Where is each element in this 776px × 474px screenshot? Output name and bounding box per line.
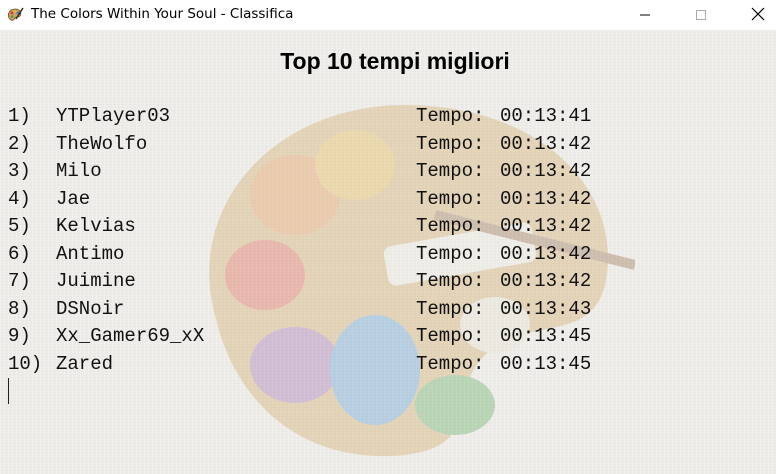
player-name: Milo [56, 160, 102, 182]
page-title: Top 10 tempi migliori [280, 48, 510, 74]
list-item: 6) Antimo Tempo: 00:13:42 [8, 243, 708, 271]
player-name: Zared [56, 352, 114, 375]
maximize-icon [695, 6, 707, 25]
time-label: Tempo: [416, 132, 485, 155]
rank-label: 2) [8, 132, 31, 155]
time-value: 00:13:45 [500, 325, 592, 347]
player-name: Xx_Gamer69_xX [56, 325, 205, 347]
list-item: 8) DSNoir Tempo: 00:13:43 [8, 298, 708, 326]
close-button[interactable] [735, 0, 776, 30]
time-label: Tempo: [416, 242, 485, 265]
time-value: 00:13:41 [500, 105, 592, 127]
time-label: Tempo: [416, 215, 485, 237]
rank-label: 1) [8, 105, 31, 127]
list-item: 4) Jae Tempo: 00:13:42 [8, 188, 708, 216]
list-item: 3) Milo Tempo: 00:13:42 [8, 160, 708, 188]
time-value: 00:13:42 [500, 160, 592, 182]
list-item: 7) Juimine Tempo: 00:13:42 [8, 270, 708, 298]
rank-label: 3) [8, 160, 31, 182]
minimize-button[interactable] [622, 0, 668, 30]
player-name: Juimine [56, 270, 136, 292]
time-value: 00:13:42 [500, 215, 592, 237]
rank-label: 9) [8, 325, 31, 347]
leaderboard-panel: Top 10 tempi migliori 1) YTPlayer03 Temp… [0, 30, 776, 474]
title-bar: The Colors Within Your Soul - Classifica [0, 0, 776, 30]
time-label: Tempo: [416, 325, 485, 347]
player-name: Antimo [56, 242, 125, 265]
list-item: 5) Kelvias Tempo: 00:13:42 [8, 215, 708, 243]
time-label: Tempo: [416, 297, 485, 320]
close-icon [751, 6, 765, 25]
time-value: 00:13:45 [500, 352, 592, 375]
time-value: 00:13:42 [500, 187, 592, 210]
time-label: Tempo: [416, 187, 485, 210]
player-name: Jae [56, 187, 91, 210]
time-value: 00:13:43 [500, 297, 592, 320]
player-name: DSNoir [56, 297, 125, 320]
time-label: Tempo: [416, 160, 485, 182]
player-name: TheWolfo [56, 132, 148, 155]
rank-label: 6) [8, 242, 31, 265]
time-label: Tempo: [416, 270, 485, 292]
rank-label: 10) [8, 352, 43, 375]
minimize-icon [639, 6, 651, 25]
list-item: 10) Zared Tempo: 00:13:45 [8, 353, 708, 381]
maximize-button[interactable] [678, 0, 724, 30]
time-value: 00:13:42 [500, 242, 592, 265]
rank-label: 7) [8, 270, 31, 292]
list-item: 2) TheWolfo Tempo: 00:13:42 [8, 133, 708, 161]
time-value: 00:13:42 [500, 270, 592, 292]
time-value: 00:13:42 [500, 132, 592, 155]
list-item: 9) Xx_Gamer69_xX Tempo: 00:13:45 [8, 325, 708, 353]
list-item: 1) YTPlayer03 Tempo: 00:13:41 [8, 105, 708, 133]
leaderboard-list: 1) YTPlayer03 Tempo: 00:13:41 2) TheWolf… [8, 105, 708, 380]
time-label: Tempo: [416, 105, 485, 127]
player-name: YTPlayer03 [56, 105, 171, 127]
rank-label: 4) [8, 187, 31, 210]
rank-label: 8) [8, 297, 31, 320]
text-cursor [8, 378, 9, 404]
palette-icon [6, 6, 24, 24]
rank-label: 5) [8, 215, 31, 237]
time-label: Tempo: [416, 352, 485, 375]
player-name: Kelvias [56, 215, 136, 237]
window-title: The Colors Within Your Soul - Classifica [31, 6, 294, 22]
